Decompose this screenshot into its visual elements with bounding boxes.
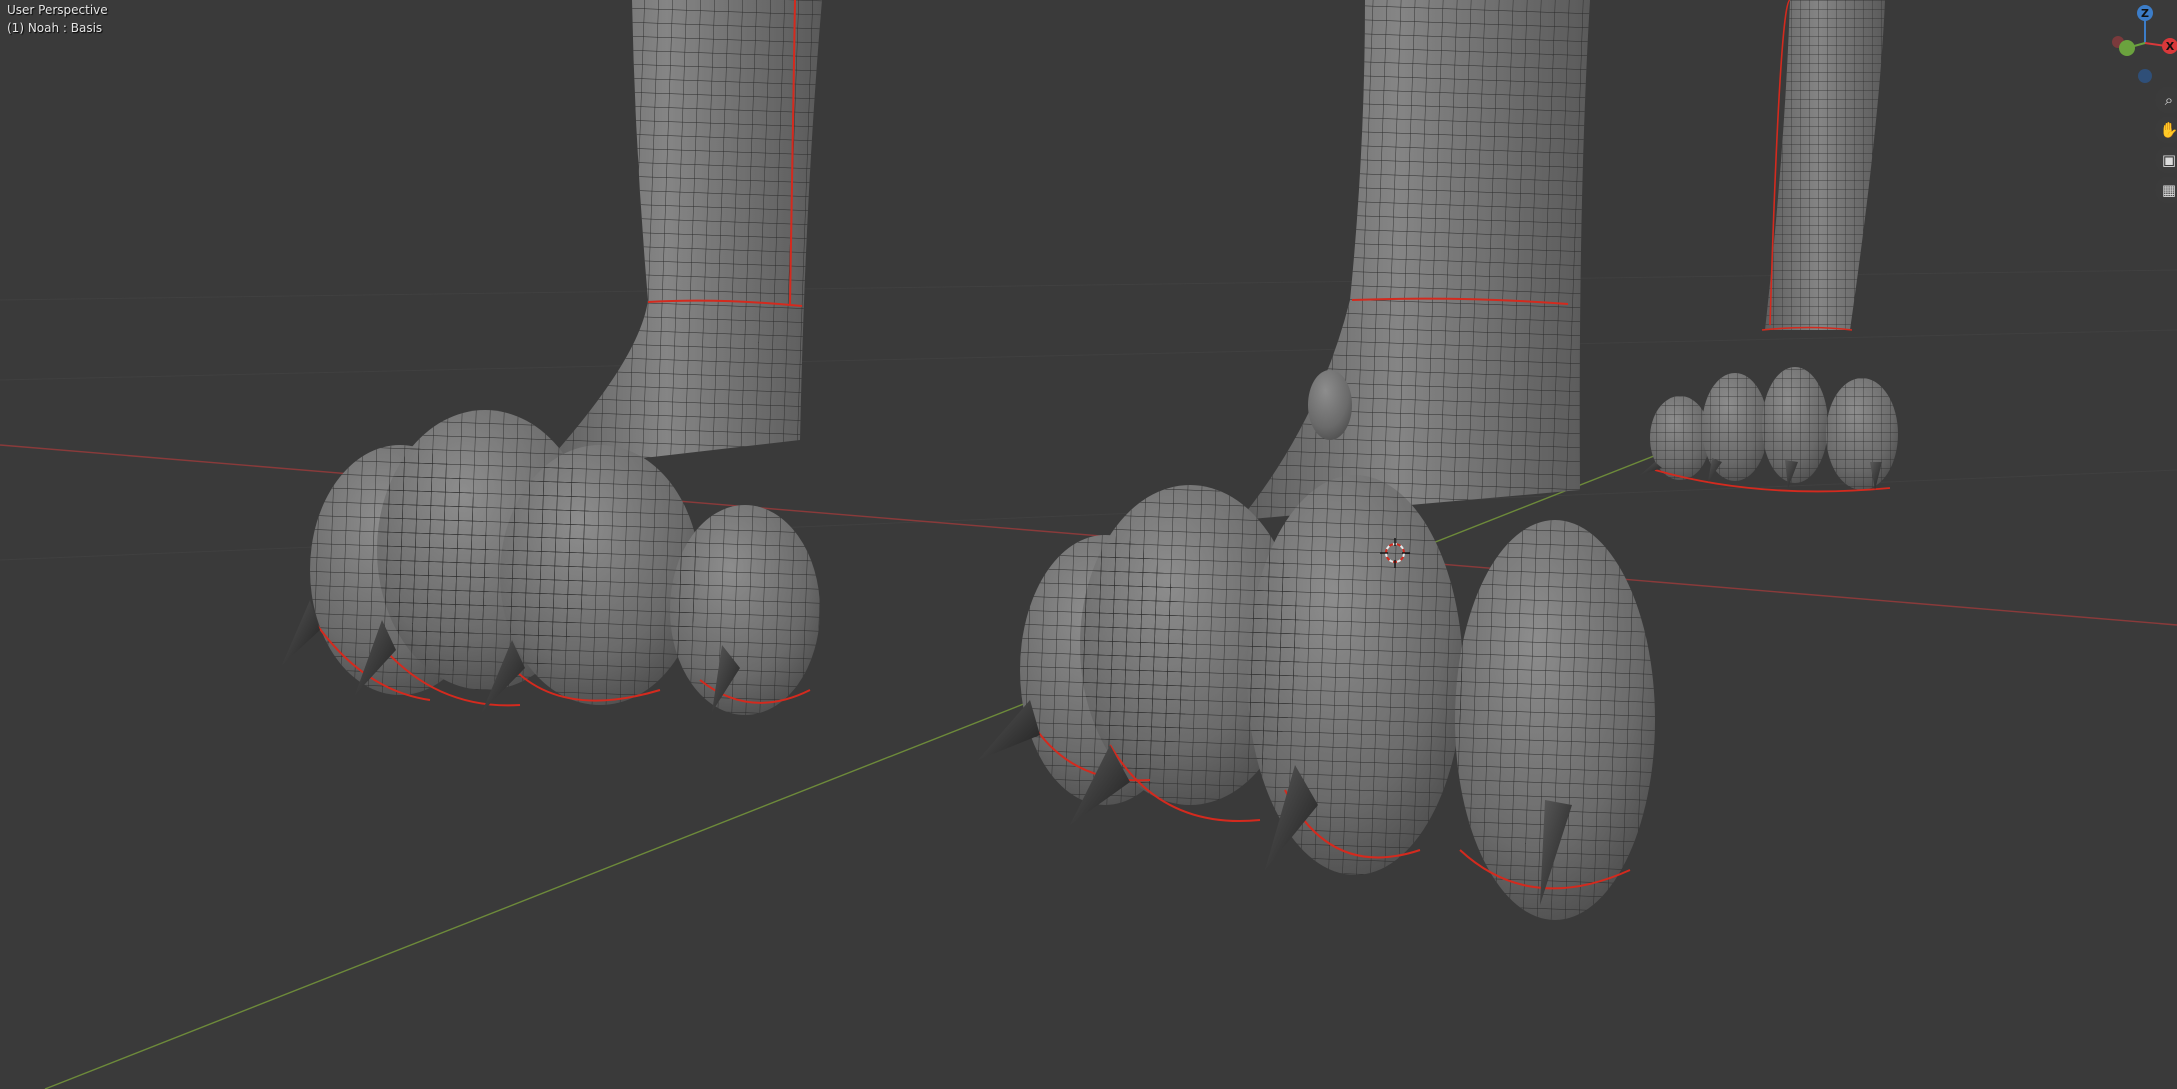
navigation-gizmo[interactable]: Z X	[2112, 5, 2177, 83]
hand-icon[interactable]: ✋	[2155, 116, 2177, 144]
zoom-icon[interactable]: ⌕	[2155, 86, 2177, 114]
back-right-foot[interactable]	[1640, 0, 1898, 493]
gizmo-neg-z[interactable]	[2138, 69, 2152, 83]
left-foot[interactable]	[282, 0, 822, 715]
camera-icon[interactable]: ▣	[2155, 146, 2177, 174]
3d-viewport[interactable]: Z X User Perspective (1) Noah : Basis ⌕ …	[0, 0, 2177, 1089]
object-info-label: (1) Noah : Basis	[7, 21, 103, 35]
gizmo-y[interactable]	[2119, 40, 2135, 56]
viewport-scene[interactable]: Z X	[0, 0, 2177, 1089]
view-name-label: User Perspective	[7, 3, 108, 17]
grid-icon[interactable]: ▦	[2155, 176, 2177, 204]
gizmo-z-label: Z	[2141, 7, 2149, 20]
gizmo-x-label: X	[2166, 40, 2175, 53]
right-foot[interactable]	[978, 0, 1655, 920]
